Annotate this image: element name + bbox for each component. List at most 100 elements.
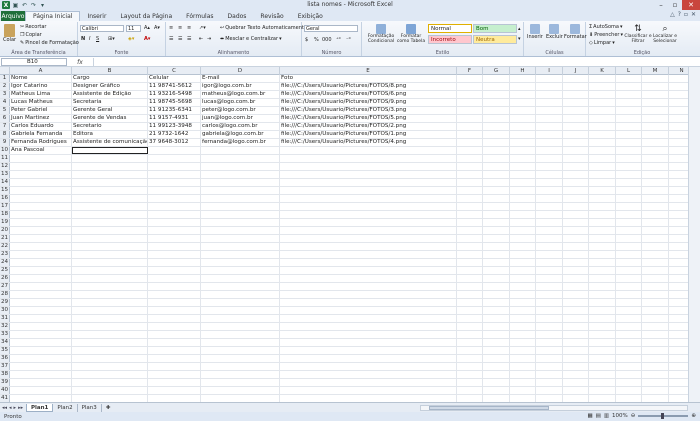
cell[interactable] [589,339,616,346]
cell[interactable] [483,219,510,226]
cell[interactable] [669,283,688,290]
cell[interactable] [589,203,616,210]
cell[interactable] [510,187,536,194]
cell[interactable] [642,179,669,186]
cell[interactable] [10,243,72,250]
cell[interactable] [148,363,201,370]
cell[interactable] [10,211,72,218]
style-bom[interactable]: Bom [473,24,517,33]
cell[interactable] [536,283,563,290]
cell[interactable] [148,339,201,346]
cell[interactable] [510,83,536,90]
cell[interactable] [669,131,688,138]
cell[interactable] [201,275,280,282]
cell[interactable] [148,171,201,178]
new-sheet-icon[interactable]: ✚ [102,404,115,412]
cell[interactable] [72,235,148,242]
cell[interactable] [148,195,201,202]
cell[interactable] [483,379,510,386]
page-break-view-icon[interactable]: ▥ [604,413,609,419]
cell[interactable] [669,171,688,178]
horizontal-scroll-thumb[interactable] [429,406,549,410]
cell[interactable] [563,163,589,170]
cell[interactable] [669,267,688,274]
cell[interactable] [72,323,148,330]
cell[interactable] [669,299,688,306]
cell[interactable] [148,331,201,338]
first-sheet-icon[interactable]: ◂◂ [2,405,7,411]
row-number[interactable]: 37 [0,363,10,370]
cell[interactable] [483,355,510,362]
cell[interactable] [536,91,563,98]
horizontal-scrollbar[interactable] [420,405,688,411]
cell[interactable] [201,283,280,290]
column-header-h[interactable]: H [510,67,536,75]
cell[interactable] [563,379,589,386]
cell[interactable] [642,259,669,266]
cell[interactable] [457,227,483,234]
cell[interactable] [483,115,510,122]
cell[interactable] [563,299,589,306]
cell[interactable]: Gerente Geral [72,107,148,114]
format-painter-button[interactable]: ✎ Pincel de Formatação [20,40,79,46]
cell[interactable] [669,83,688,90]
row-number[interactable]: 32 [0,323,10,330]
cell[interactable]: file:///C:/Users/Usuario/Pictures/FOTOS/… [280,107,457,114]
cell[interactable]: file:///C:/Users/Usuario/Pictures/FOTOS/… [280,99,457,106]
cell[interactable] [457,339,483,346]
underline-button[interactable]: S [96,36,99,42]
cell[interactable]: 11 98741-5612 [148,83,201,90]
cell[interactable]: Peter Gabriel [10,107,72,114]
cell[interactable] [536,315,563,322]
cell[interactable] [589,163,616,170]
cell[interactable] [280,147,457,154]
cell[interactable] [457,251,483,258]
cell[interactable] [201,203,280,210]
column-header-c[interactable]: C [148,67,201,75]
cell[interactable] [642,267,669,274]
cell[interactable] [536,355,563,362]
cell[interactable] [457,123,483,130]
cell[interactable] [201,171,280,178]
copy-button[interactable]: ❐ Copiar [20,32,42,38]
cell[interactable] [483,235,510,242]
cell[interactable] [280,315,457,322]
cell[interactable] [563,315,589,322]
cell[interactable] [457,179,483,186]
cell[interactable] [280,307,457,314]
cell[interactable] [10,315,72,322]
cell[interactable] [589,179,616,186]
cell[interactable] [669,355,688,362]
cell[interactable] [616,331,642,338]
cell[interactable] [483,91,510,98]
styles-more-icon[interactable]: ▾ [518,36,521,42]
row-number[interactable]: 4 [0,99,10,106]
cell[interactable] [201,315,280,322]
cell[interactable] [642,115,669,122]
cell[interactable] [201,163,280,170]
cell[interactable] [642,195,669,202]
cell[interactable] [642,187,669,194]
cell[interactable] [280,155,457,162]
cell[interactable] [563,91,589,98]
cell[interactable] [148,371,201,378]
cell[interactable] [201,323,280,330]
cell[interactable] [483,363,510,370]
cell[interactable] [510,299,536,306]
cell[interactable]: Secretario [72,123,148,130]
cell[interactable]: Cargo [72,75,148,82]
borders-icon[interactable]: ⊞▾ [108,36,115,42]
cell[interactable] [669,259,688,266]
cell[interactable] [536,347,563,354]
tab-review[interactable]: Revisão [253,11,290,21]
cell[interactable] [589,267,616,274]
cell[interactable] [589,171,616,178]
cell[interactable] [72,379,148,386]
font-size-select[interactable]: 11 [126,25,141,32]
cell[interactable] [72,259,148,266]
cell[interactable] [10,163,72,170]
row-number[interactable]: 34 [0,339,10,346]
cell[interactable] [483,251,510,258]
cell[interactable] [280,395,457,402]
cell[interactable]: 11 91235-6341 [148,107,201,114]
